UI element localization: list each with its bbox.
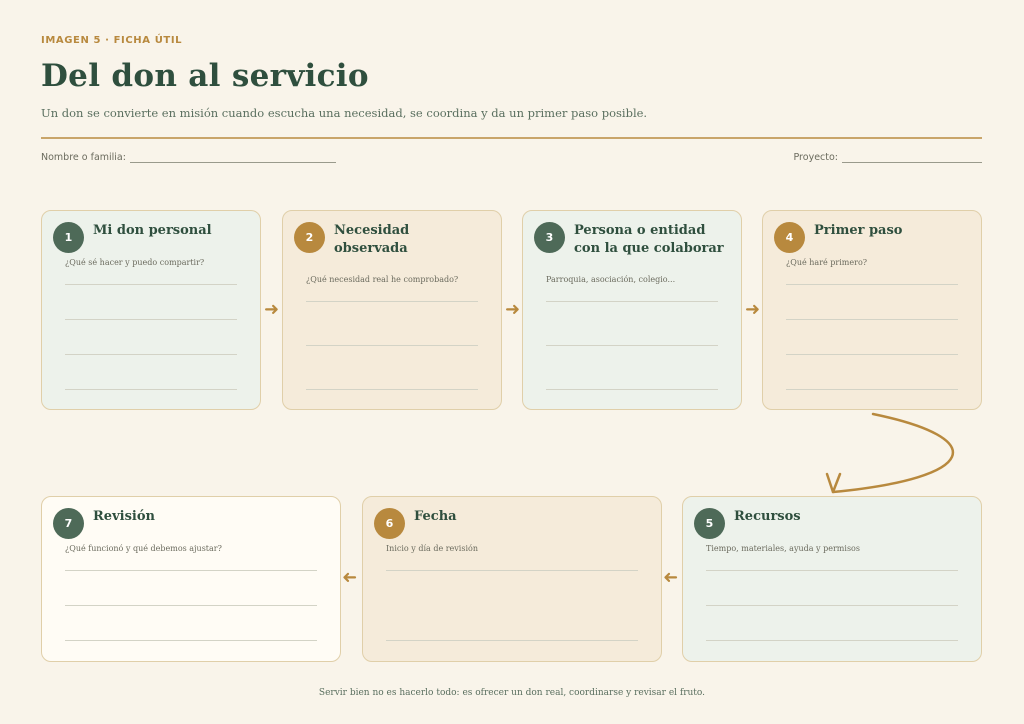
write-line[interactable] xyxy=(706,570,958,571)
footer-note: Servir bien no es hacerlo todo: es ofrec… xyxy=(318,688,706,698)
write-line[interactable] xyxy=(65,570,317,571)
write-line[interactable] xyxy=(706,640,958,641)
write-line[interactable] xyxy=(386,570,638,571)
step-prompt: ¿Qué funcionó y qué debemos ajustar? xyxy=(65,544,222,553)
step-number-badge: 6 xyxy=(374,508,405,539)
step-prompt: Tiempo, materiales, ayuda y permisos xyxy=(706,544,860,553)
step-number-badge: 5 xyxy=(694,508,725,539)
step-card-5: 5 Recursos Tiempo, materiales, ayuda y p… xyxy=(682,496,982,662)
step-card-6: 6 Fecha Inicio y día de revisión xyxy=(362,496,662,662)
step-number-badge: 7 xyxy=(53,508,84,539)
step-title: Revisión xyxy=(93,509,155,524)
arrow-left-icon: ➜ xyxy=(342,567,358,588)
step-card-7: 7 Revisión ¿Qué funcionó y qué debemos a… xyxy=(41,496,341,662)
step-title: Recursos xyxy=(734,509,801,524)
write-line[interactable] xyxy=(65,640,317,641)
arrow-left-icon: ➜ xyxy=(663,567,679,588)
write-line[interactable] xyxy=(706,605,958,606)
step-title: Fecha xyxy=(414,509,457,524)
step-prompt: Inicio y día de revisión xyxy=(386,544,478,553)
write-line[interactable] xyxy=(65,605,317,606)
write-line[interactable] xyxy=(386,640,638,641)
